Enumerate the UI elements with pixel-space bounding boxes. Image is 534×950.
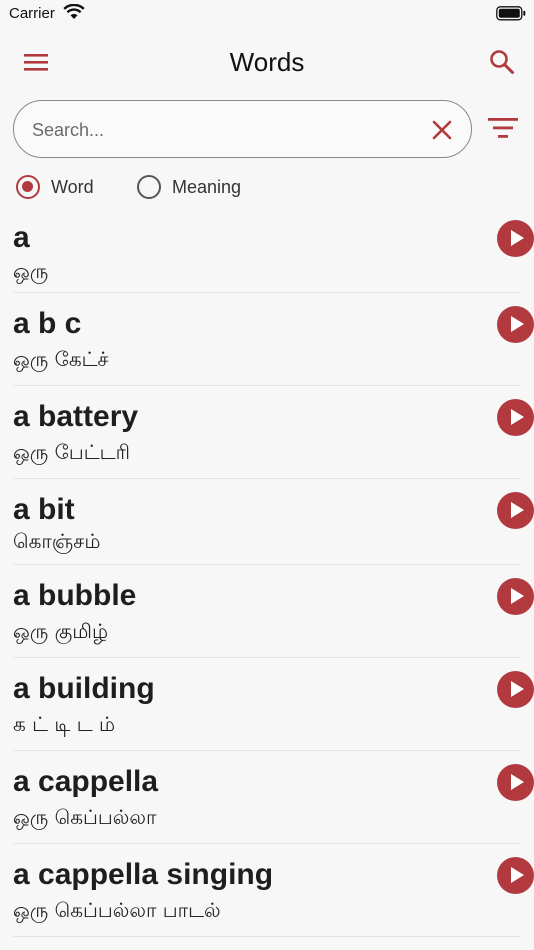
play-icon[interactable] bbox=[497, 764, 534, 801]
status-bar: Carrier bbox=[0, 0, 534, 30]
play-icon[interactable] bbox=[497, 578, 534, 615]
radio-word-label: Word bbox=[51, 176, 94, 197]
list-item[interactable]: a bubble ஒரு குமிழ் bbox=[13, 565, 534, 658]
word-text: a bit bbox=[13, 493, 75, 526]
radio-meaning-label: Meaning bbox=[172, 176, 242, 197]
wifi-icon bbox=[63, 4, 85, 19]
radio-meaning[interactable]: Meaning bbox=[137, 175, 241, 199]
radio-checked-icon bbox=[16, 175, 40, 199]
list-item[interactable]: a cappella ஒரு கெப்பல்லா bbox=[13, 751, 534, 844]
play-icon[interactable] bbox=[497, 220, 534, 257]
list-item[interactable]: a bit கொஞ்சம் bbox=[13, 479, 534, 565]
play-icon[interactable] bbox=[497, 857, 534, 894]
word-text: a cappella bbox=[13, 765, 159, 798]
word-text: a bubble bbox=[13, 579, 137, 612]
search-input[interactable] bbox=[32, 115, 412, 145]
carrier-label: Carrier bbox=[9, 5, 55, 22]
meaning-text: கொஞ்சம் bbox=[13, 529, 101, 553]
meaning-text: ஒரு குமிழ் bbox=[13, 619, 109, 643]
search-icon[interactable] bbox=[488, 48, 516, 76]
word-text: a b c bbox=[13, 307, 82, 340]
search-box bbox=[13, 100, 472, 158]
play-icon[interactable] bbox=[497, 399, 534, 436]
meaning-text: க ட் டி ட ம் bbox=[13, 712, 116, 736]
radio-unchecked-icon bbox=[137, 175, 161, 199]
list-item[interactable]: a battery ஒரு பேட்டரி bbox=[13, 386, 534, 479]
radio-word[interactable]: Word bbox=[16, 175, 94, 199]
meaning-text: ஒரு bbox=[13, 259, 49, 283]
list-item[interactable]: a cappella singing ஒரு கெப்பல்லா பாடல் bbox=[13, 844, 534, 937]
word-text: a cappella singing bbox=[13, 858, 274, 891]
play-icon[interactable] bbox=[497, 306, 534, 343]
word-list: a ஒரு a b c ஒரு கேட்ச் a battery ஒரு பேட… bbox=[0, 213, 534, 937]
meaning-text: ஒரு கெப்பல்லா பாடல் bbox=[13, 898, 221, 922]
close-icon[interactable] bbox=[431, 119, 453, 141]
nav-bar: Words bbox=[0, 38, 534, 88]
battery-icon bbox=[496, 6, 526, 21]
page-title: Words bbox=[229, 47, 305, 77]
word-text: a bbox=[13, 221, 30, 254]
list-item[interactable]: a ஒரு bbox=[13, 213, 534, 293]
list-item[interactable]: a b c ஒரு கேட்ச் bbox=[13, 293, 534, 386]
meaning-text: ஒரு கெப்பல்லா bbox=[13, 805, 157, 829]
word-text: a building bbox=[13, 672, 155, 705]
play-icon[interactable] bbox=[497, 492, 534, 529]
filter-icon[interactable] bbox=[487, 115, 519, 141]
list-item[interactable]: a building க ட் டி ட ம் bbox=[13, 658, 534, 751]
word-text: a battery bbox=[13, 400, 139, 433]
play-icon[interactable] bbox=[497, 671, 534, 708]
meaning-text: ஒரு பேட்டரி bbox=[13, 440, 130, 464]
meaning-text: ஒரு கேட்ச் bbox=[13, 347, 109, 371]
